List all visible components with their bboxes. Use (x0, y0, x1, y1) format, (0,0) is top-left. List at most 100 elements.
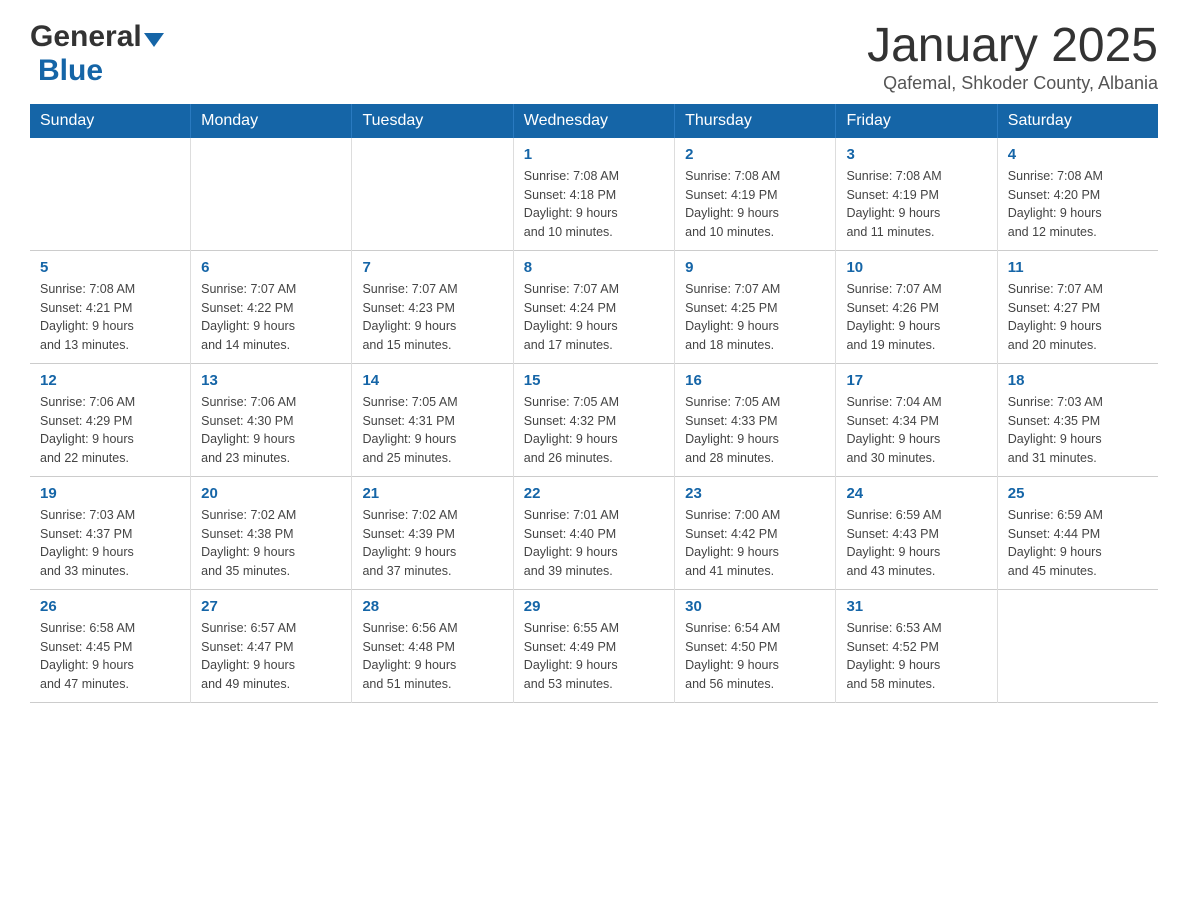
page-header: General Blue January 2025 Qafemal, Shkod… (30, 20, 1158, 94)
calendar-day-cell: 7 Sunrise: 7:07 AMSunset: 4:23 PMDaylight… (352, 250, 513, 363)
day-number: 9 (685, 259, 825, 276)
day-number: 15 (524, 372, 664, 389)
calendar-day-cell: 15 Sunrise: 7:05 AMSunset: 4:32 PMDayligh… (513, 363, 674, 476)
day-info: Sunrise: 7:06 AMSunset: 4:29 PMDaylight:… (40, 393, 180, 468)
page-title: January 2025 (867, 20, 1158, 73)
calendar-day-cell: 12 Sunrise: 7:06 AMSunset: 4:29 PMDayligh… (30, 363, 191, 476)
calendar-day-cell: 29Sunrise: 6:55 AMSunset: 4:49 PMDayligh… (513, 589, 674, 702)
calendar-week-row: 5 Sunrise: 7:08 AMSunset: 4:21 PMDaylight… (30, 250, 1158, 363)
calendar-day-cell: 30 Sunrise: 6:54 AMSunset: 4:50 PMDayligh… (675, 589, 836, 702)
day-number: 14 (362, 372, 502, 389)
day-of-week-header: Wednesday (513, 104, 674, 138)
calendar-day-cell: 11 Sunrise: 7:07 AMSunset: 4:27 PMDayligh… (997, 250, 1158, 363)
day-info: Sunrise: 7:08 AMSunset: 4:20 PMDaylight:… (1008, 167, 1148, 242)
day-number: 2 (685, 146, 825, 163)
calendar-day-cell (191, 138, 352, 251)
day-of-week-header: Thursday (675, 104, 836, 138)
day-number: 21 (362, 485, 502, 502)
day-info: Sunrise: 7:02 AMSunset: 4:38 PMDaylight:… (201, 506, 341, 581)
day-number: 23 (685, 485, 825, 502)
day-number: 10 (846, 259, 986, 276)
day-info: Sunrise: 6:53 AMSunset: 4:52 PMDaylight:… (846, 619, 986, 694)
day-number: 1 (524, 146, 664, 163)
calendar-day-cell: 3Sunrise: 7:08 AMSunset: 4:19 PMDaylight… (836, 138, 997, 251)
day-of-week-header: Saturday (997, 104, 1158, 138)
day-info: Sunrise: 7:07 AMSunset: 4:27 PMDaylight:… (1008, 280, 1148, 355)
calendar-day-cell: 24Sunrise: 6:59 AMSunset: 4:43 PMDayligh… (836, 476, 997, 589)
day-info: Sunrise: 7:00 AMSunset: 4:42 PMDaylight:… (685, 506, 825, 581)
day-info: Sunrise: 7:08 AMSunset: 4:19 PMDaylight:… (685, 167, 825, 242)
calendar-day-cell: 17Sunrise: 7:04 AMSunset: 4:34 PMDayligh… (836, 363, 997, 476)
calendar-day-cell: 20 Sunrise: 7:02 AMSunset: 4:38 PMDayligh… (191, 476, 352, 589)
day-of-week-header: Sunday (30, 104, 191, 138)
day-number: 18 (1008, 372, 1148, 389)
day-info: Sunrise: 7:02 AMSunset: 4:39 PMDaylight:… (362, 506, 502, 581)
day-info: Sunrise: 7:05 AMSunset: 4:32 PMDaylight:… (524, 393, 664, 468)
day-info: Sunrise: 7:05 AMSunset: 4:33 PMDaylight:… (685, 393, 825, 468)
logo-arrow-icon (144, 33, 164, 47)
day-info: Sunrise: 7:04 AMSunset: 4:34 PMDaylight:… (846, 393, 986, 468)
calendar-day-cell: 5 Sunrise: 7:08 AMSunset: 4:21 PMDaylight… (30, 250, 191, 363)
calendar-day-cell: 16 Sunrise: 7:05 AMSunset: 4:33 PMDayligh… (675, 363, 836, 476)
day-number: 3 (846, 146, 986, 163)
calendar-day-cell: 2 Sunrise: 7:08 AMSunset: 4:19 PMDaylight… (675, 138, 836, 251)
day-info: Sunrise: 7:08 AMSunset: 4:21 PMDaylight:… (40, 280, 180, 355)
logo-blue-text: Blue (38, 54, 103, 88)
calendar-day-cell (997, 589, 1158, 702)
day-info: Sunrise: 6:57 AMSunset: 4:47 PMDaylight:… (201, 619, 341, 694)
day-number: 8 (524, 259, 664, 276)
day-of-week-header: Monday (191, 104, 352, 138)
day-number: 27 (201, 598, 341, 615)
day-number: 6 (201, 259, 341, 276)
day-number: 31 (846, 598, 986, 615)
day-number: 4 (1008, 146, 1148, 163)
logo-general-text: General (30, 20, 142, 54)
day-number: 28 (362, 598, 502, 615)
day-info: Sunrise: 7:03 AMSunset: 4:37 PMDaylight:… (40, 506, 180, 581)
calendar-day-cell: 1Sunrise: 7:08 AMSunset: 4:18 PMDaylight… (513, 138, 674, 251)
day-number: 11 (1008, 259, 1148, 276)
day-number: 30 (685, 598, 825, 615)
day-number: 19 (40, 485, 180, 502)
calendar-day-cell: 8 Sunrise: 7:07 AMSunset: 4:24 PMDaylight… (513, 250, 674, 363)
day-info: Sunrise: 7:07 AMSunset: 4:23 PMDaylight:… (362, 280, 502, 355)
calendar-day-cell: 14Sunrise: 7:05 AMSunset: 4:31 PMDayligh… (352, 363, 513, 476)
day-info: Sunrise: 7:07 AMSunset: 4:25 PMDaylight:… (685, 280, 825, 355)
calendar-day-cell: 31 Sunrise: 6:53 AMSunset: 4:52 PMDayligh… (836, 589, 997, 702)
calendar-week-row: 12 Sunrise: 7:06 AMSunset: 4:29 PMDayligh… (30, 363, 1158, 476)
day-number: 13 (201, 372, 341, 389)
calendar-table: SundayMondayTuesdayWednesdayThursdayFrid… (30, 104, 1158, 703)
day-number: 20 (201, 485, 341, 502)
day-number: 22 (524, 485, 664, 502)
calendar-header-row: SundayMondayTuesdayWednesdayThursdayFrid… (30, 104, 1158, 138)
calendar-day-cell: 27 Sunrise: 6:57 AMSunset: 4:47 PMDayligh… (191, 589, 352, 702)
day-number: 7 (362, 259, 502, 276)
day-info: Sunrise: 7:03 AMSunset: 4:35 PMDaylight:… (1008, 393, 1148, 468)
calendar-day-cell: 10Sunrise: 7:07 AMSunset: 4:26 PMDayligh… (836, 250, 997, 363)
title-block: January 2025 Qafemal, Shkoder County, Al… (867, 20, 1158, 94)
day-number: 16 (685, 372, 825, 389)
calendar-day-cell: 18 Sunrise: 7:03 AMSunset: 4:35 PMDayligh… (997, 363, 1158, 476)
day-info: Sunrise: 6:54 AMSunset: 4:50 PMDaylight:… (685, 619, 825, 694)
calendar-day-cell: 6Sunrise: 7:07 AMSunset: 4:22 PMDaylight… (191, 250, 352, 363)
day-number: 26 (40, 598, 180, 615)
calendar-day-cell: 28 Sunrise: 6:56 AMSunset: 4:48 PMDayligh… (352, 589, 513, 702)
day-info: Sunrise: 7:07 AMSunset: 4:24 PMDaylight:… (524, 280, 664, 355)
calendar-day-cell: 22Sunrise: 7:01 AMSunset: 4:40 PMDayligh… (513, 476, 674, 589)
day-number: 12 (40, 372, 180, 389)
day-info: Sunrise: 6:58 AMSunset: 4:45 PMDaylight:… (40, 619, 180, 694)
day-info: Sunrise: 6:59 AMSunset: 4:44 PMDaylight:… (1008, 506, 1148, 581)
calendar-day-cell: 13 Sunrise: 7:06 AMSunset: 4:30 PMDayligh… (191, 363, 352, 476)
calendar-day-cell (352, 138, 513, 251)
day-info: Sunrise: 6:56 AMSunset: 4:48 PMDaylight:… (362, 619, 502, 694)
calendar-day-cell: 19 Sunrise: 7:03 AMSunset: 4:37 PMDayligh… (30, 476, 191, 589)
day-number: 29 (524, 598, 664, 615)
day-info: Sunrise: 7:06 AMSunset: 4:30 PMDaylight:… (201, 393, 341, 468)
day-of-week-header: Friday (836, 104, 997, 138)
calendar-day-cell: 25Sunrise: 6:59 AMSunset: 4:44 PMDayligh… (997, 476, 1158, 589)
day-number: 5 (40, 259, 180, 276)
day-of-week-header: Tuesday (352, 104, 513, 138)
logo: General Blue (30, 20, 164, 88)
calendar-day-cell (30, 138, 191, 251)
calendar-week-row: 1Sunrise: 7:08 AMSunset: 4:18 PMDaylight… (30, 138, 1158, 251)
